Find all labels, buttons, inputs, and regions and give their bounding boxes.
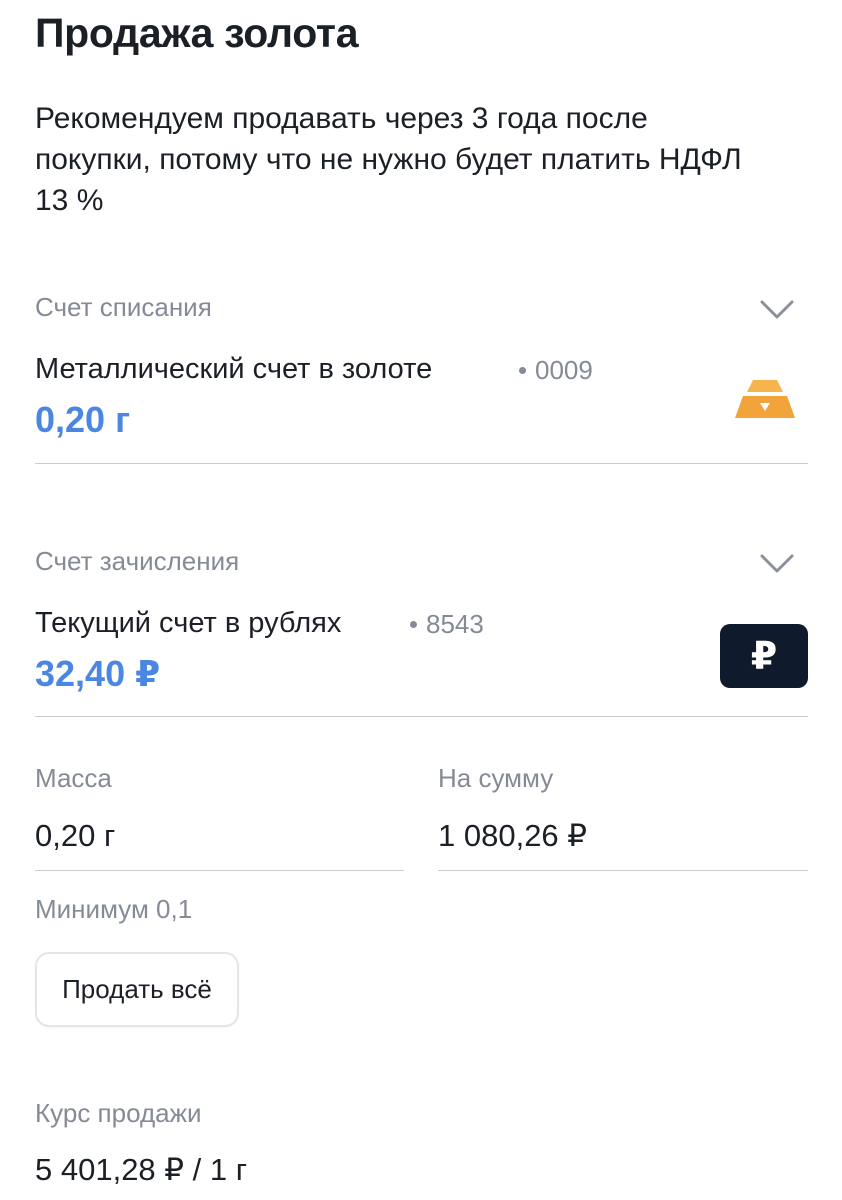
debit-account-selector[interactable]: Счет списания Металлический счет в золот… (35, 286, 808, 464)
credit-account-number-value: 8543 (426, 609, 484, 639)
credit-account-balance: 32,40 ₽ (35, 653, 161, 694)
rate-label: Курс продажи (35, 1098, 202, 1128)
credit-account-label: Счет зачисления (35, 546, 240, 576)
separator-dot (410, 620, 417, 628)
debit-account-name: Металлический счет в золоте (35, 353, 433, 385)
debit-account-balance: 0,20 г (35, 399, 131, 440)
divider (35, 716, 808, 717)
page-title: Продажа золота (35, 10, 359, 56)
gold-bar-icon (735, 380, 795, 418)
mass-label: Масса (35, 763, 112, 793)
chevron-down-icon[interactable] (760, 554, 794, 574)
sum-input[interactable]: 1 080,26 ₽ (438, 810, 808, 872)
credit-account-name: Текущий счет в рублях (35, 607, 342, 639)
separator-dot (519, 366, 526, 374)
mass-minimum-hint: Минимум 0,1 (35, 894, 193, 924)
debit-account-number-value: 0009 (535, 355, 593, 385)
credit-account-number: 8543 (410, 609, 484, 640)
chevron-down-icon[interactable] (760, 300, 794, 320)
ruble-icon: ₽ (720, 624, 808, 688)
sell-all-button[interactable]: Продать всё (35, 952, 239, 1027)
page-description: Рекомендуем продавать через 3 года после… (35, 102, 742, 217)
rate-value: 5 401,28 ₽ / 1 г (35, 1152, 248, 1187)
divider (35, 463, 808, 464)
mass-input[interactable]: 0,20 г (35, 810, 404, 872)
mass-underline (35, 870, 404, 871)
credit-account-selector[interactable]: Счет зачисления Текущий счет в рублях 85… (35, 540, 808, 716)
mass-value: 0,20 г (35, 818, 116, 853)
sum-label: На сумму (438, 763, 554, 793)
sum-underline (438, 870, 808, 871)
debit-account-label: Счет списания (35, 292, 212, 322)
debit-account-number: 0009 (519, 355, 593, 386)
sum-value: 1 080,26 ₽ (438, 818, 588, 853)
